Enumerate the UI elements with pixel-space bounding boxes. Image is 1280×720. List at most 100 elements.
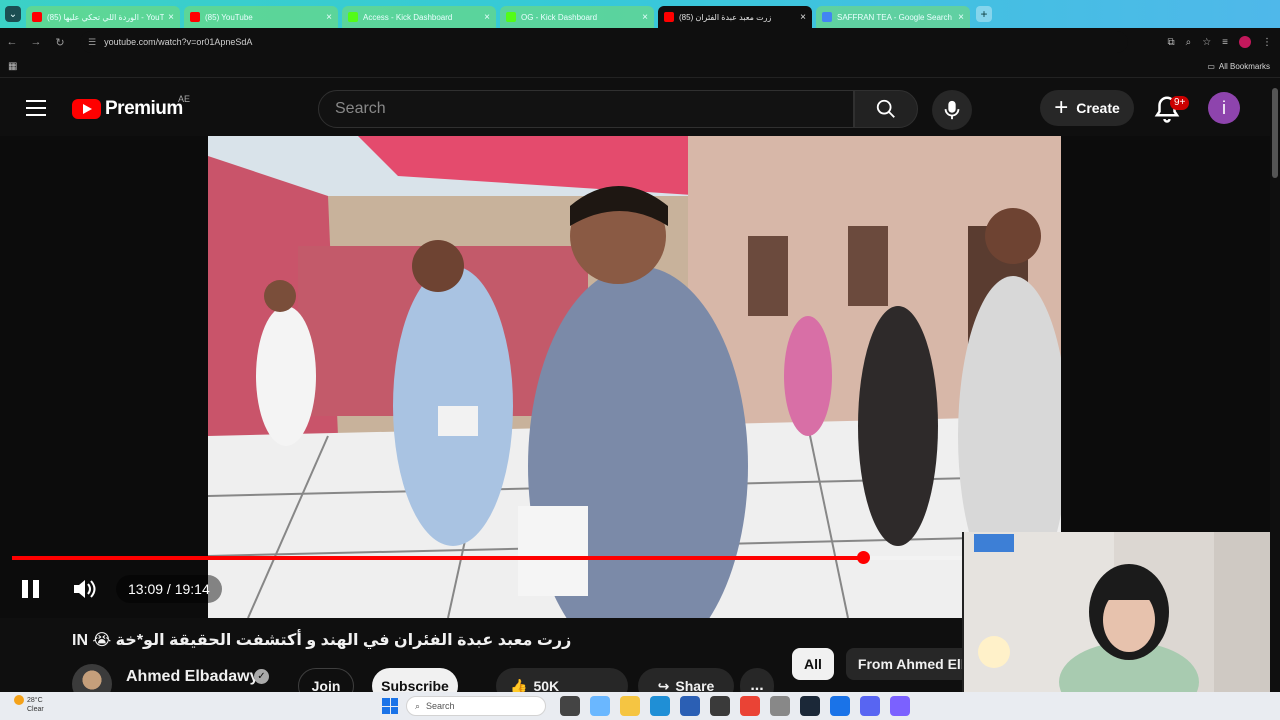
windows-taskbar: 28°C Clear ⌕ Search bbox=[0, 692, 1280, 720]
tab-list: (85) الوردة اللي تحكي عليها - YouTube×(8… bbox=[26, 0, 974, 28]
folder-icon: ▭ bbox=[1207, 62, 1215, 71]
address-bar-row: ← → ↻ ☰ youtube.com/watch?v=or01ApneSdA … bbox=[0, 28, 1280, 56]
region-code: AE bbox=[178, 94, 191, 104]
video-frame bbox=[208, 136, 1061, 618]
chip-all[interactable]: All bbox=[792, 648, 834, 680]
copilot-icon[interactable] bbox=[590, 696, 610, 716]
profile-avatar-icon[interactable] bbox=[1239, 36, 1251, 48]
app-icon[interactable] bbox=[830, 696, 850, 716]
all-bookmarks-button[interactable]: ▭ All Bookmarks bbox=[1207, 62, 1270, 71]
search-placeholder: Search bbox=[335, 100, 386, 117]
tab-title: (85) زرت معبد عبدة الفئران bbox=[679, 12, 772, 22]
seek-bar-played bbox=[12, 556, 864, 560]
seek-bar-handle[interactable] bbox=[857, 551, 871, 564]
browser-tab[interactable]: (85) YouTube × bbox=[184, 6, 338, 28]
tab-close-icon[interactable]: × bbox=[168, 12, 174, 23]
weather-widget[interactable]: 28°C Clear bbox=[14, 695, 44, 714]
tab-favicon-icon bbox=[348, 12, 358, 22]
taskbar-search[interactable]: ⌕ Search bbox=[406, 696, 546, 716]
search-button[interactable] bbox=[854, 90, 918, 128]
task-view-icon[interactable] bbox=[560, 696, 580, 716]
channel-name[interactable]: Ahmed Elbadawy bbox=[126, 668, 258, 686]
browser-menu-icon[interactable]: ⋮ bbox=[1262, 37, 1272, 48]
bookmark-star-icon[interactable]: ☆ bbox=[1202, 37, 1211, 48]
verified-check-icon: ✓ bbox=[254, 669, 269, 684]
tab-favicon-icon bbox=[506, 12, 516, 22]
tab-close-icon[interactable]: × bbox=[326, 12, 332, 23]
file-explorer-icon[interactable] bbox=[620, 696, 640, 716]
create-button[interactable]: + Create bbox=[1040, 90, 1134, 126]
voice-search-button[interactable] bbox=[932, 90, 972, 130]
tab-close-icon[interactable]: × bbox=[484, 12, 490, 23]
weather-condition: Clear bbox=[27, 706, 44, 713]
site-info-icon[interactable]: ☰ bbox=[88, 37, 96, 48]
tab-title: (85) YouTube bbox=[205, 12, 253, 22]
microphone-icon bbox=[944, 100, 960, 120]
steam-icon[interactable] bbox=[800, 696, 820, 716]
plus-icon: + bbox=[1054, 94, 1069, 121]
logo-word: Premium bbox=[105, 98, 183, 119]
tab-search-button[interactable]: ⌄ bbox=[0, 0, 26, 28]
chrome-icon[interactable] bbox=[740, 696, 760, 716]
zoom-icon[interactable]: ⌕ bbox=[1186, 37, 1192, 48]
forward-arrow-icon[interactable]: → bbox=[24, 36, 48, 48]
settings-gear-icon[interactable] bbox=[770, 696, 790, 716]
reload-icon[interactable]: ↻ bbox=[48, 36, 72, 49]
tab-favicon-icon bbox=[32, 12, 42, 22]
app-icon-2[interactable] bbox=[890, 696, 910, 716]
recommendation-chips: All From Ahmed Elba bbox=[792, 648, 990, 680]
browser-tab[interactable]: (85) الوردة اللي تحكي عليها - YouTube× bbox=[26, 6, 180, 28]
tab-title: (85) الوردة اللي تحكي عليها - YouTube bbox=[47, 12, 165, 22]
search-icon bbox=[876, 99, 895, 118]
address-bar-actions: ⧉ ⌕ ☆ ≡ ⋮ bbox=[1167, 28, 1272, 56]
apps-grid-icon[interactable]: ▦ bbox=[8, 61, 17, 72]
tab-close-icon[interactable]: × bbox=[800, 12, 806, 23]
channel-row: Ahmed Elbadawy ✓ Join Subscribe 👍 50K ↪ … bbox=[72, 664, 774, 704]
tab-close-icon[interactable]: × bbox=[642, 12, 648, 23]
url-text: youtube.com/watch?v=or01ApneSdA bbox=[104, 37, 253, 47]
webcam-image bbox=[964, 532, 1280, 692]
webcam-overlay bbox=[962, 532, 1280, 692]
taskbar-search-label: Search bbox=[426, 701, 455, 711]
tab-favicon-icon bbox=[664, 12, 674, 22]
obs-icon[interactable] bbox=[710, 696, 730, 716]
windows-start-icon[interactable] bbox=[382, 698, 398, 714]
video-frame-image bbox=[208, 136, 1061, 618]
time-display: 13:09 / 19:14 bbox=[116, 575, 222, 603]
taskbar-apps bbox=[560, 696, 910, 716]
discord-icon[interactable] bbox=[860, 696, 880, 716]
browser-tab[interactable]: (85) زرت معبد عبدة الفئران × bbox=[658, 6, 812, 28]
browser-tab[interactable]: Access - Kick Dashboard × bbox=[342, 6, 496, 28]
all-bookmarks-label: All Bookmarks bbox=[1218, 62, 1270, 71]
notification-badge: 9+ bbox=[1170, 96, 1190, 110]
url-bar[interactable]: ☰ youtube.com/watch?v=or01ApneSdA bbox=[80, 31, 1128, 53]
bookmarks-bar: ▦ ▭ All Bookmarks bbox=[0, 56, 1280, 78]
store-icon[interactable] bbox=[680, 696, 700, 716]
page-scrollbar[interactable] bbox=[1270, 80, 1280, 692]
new-tab-button[interactable]: + bbox=[976, 6, 992, 22]
browser-tab[interactable]: SAFFRAN TEA - Google Search × bbox=[816, 6, 970, 28]
chevron-down-icon: ⌄ bbox=[5, 6, 21, 22]
avatar-letter: i bbox=[1222, 97, 1226, 118]
volume-icon[interactable] bbox=[72, 578, 98, 600]
temperature: 28°C bbox=[27, 696, 43, 704]
youtube-header: Premium AE Search + Create i bbox=[0, 80, 1280, 136]
browser-tabstrip: ⌄ (85) الوردة اللي تحكي عليها - YouTube×… bbox=[0, 0, 1280, 28]
search-icon: ⌕ bbox=[415, 700, 421, 711]
scrollbar-thumb[interactable] bbox=[1272, 88, 1278, 178]
install-app-icon[interactable]: ⧉ bbox=[1167, 37, 1174, 48]
tab-close-icon[interactable]: × bbox=[958, 12, 964, 23]
edge-icon[interactable] bbox=[650, 696, 670, 716]
browser-tab[interactable]: OG - Kick Dashboard × bbox=[500, 6, 654, 28]
youtube-play-icon bbox=[72, 99, 101, 119]
pause-icon[interactable] bbox=[22, 580, 42, 598]
tab-title: SAFFRAN TEA - Google Search bbox=[837, 12, 953, 22]
youtube-logo[interactable]: Premium AE bbox=[72, 94, 190, 120]
reading-list-icon[interactable]: ≡ bbox=[1222, 37, 1228, 48]
menu-icon[interactable] bbox=[26, 100, 46, 116]
create-label: Create bbox=[1076, 100, 1120, 116]
search-input[interactable]: Search bbox=[318, 90, 854, 128]
back-arrow-icon[interactable]: ← bbox=[0, 36, 24, 48]
tab-title: Access - Kick Dashboard bbox=[363, 12, 453, 22]
account-avatar[interactable]: i bbox=[1208, 92, 1240, 124]
